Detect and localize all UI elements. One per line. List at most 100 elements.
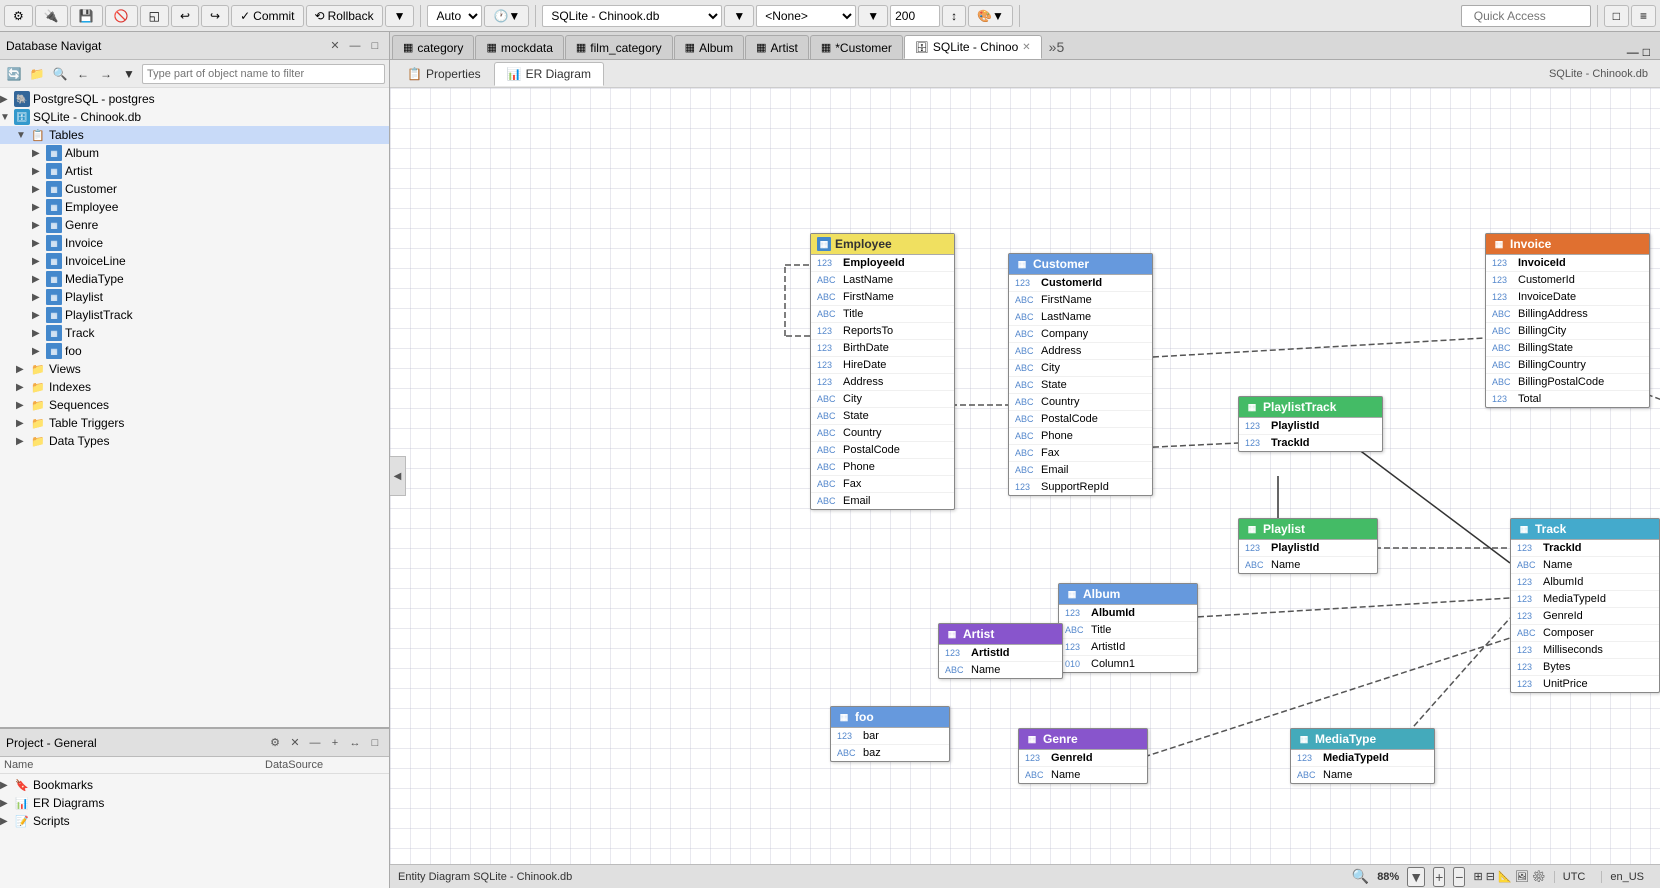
entity-employee[interactable]: ▦ Employee 123EmployeeId ABCLastName ABC… <box>810 233 955 510</box>
toolbar-palette-btn[interactable]: 🎨▼ <box>968 5 1013 27</box>
tree-item-invoiceline[interactable]: ▶ ▦ InvoiceLine <box>0 252 389 270</box>
tree-item-playlisttrack[interactable]: ▶ ▦ PlaylistTrack <box>0 306 389 324</box>
toolbar-clock-btn[interactable]: 🕐▼ <box>484 5 529 27</box>
entity-artist[interactable]: ▦ Artist 123ArtistId ABCName <box>938 623 1063 679</box>
sub-tab-properties[interactable]: 📋 Properties <box>394 62 494 86</box>
tree-item-tabletriggers[interactable]: ▶ 📁 Table Triggers <box>0 414 389 432</box>
tab-customer-label: *Customer <box>835 41 892 55</box>
nav-arrow-left-btn[interactable]: ← <box>73 64 93 84</box>
nav-filter-btn[interactable]: 🔍 <box>50 64 70 84</box>
zoom-input[interactable] <box>890 5 940 27</box>
entity-playlisttrack[interactable]: ▦ PlaylistTrack 123PlaylistId 123TrackId <box>1238 396 1383 452</box>
sub-tab-er-diagram[interactable]: 📊 ER Diagram <box>494 62 604 86</box>
entity-playlist[interactable]: ▦ Playlist 123PlaylistId ABCName <box>1238 518 1378 574</box>
nav-arrow-right-btn[interactable]: → <box>96 64 116 84</box>
db-nav-max-btn[interactable]: □ <box>367 38 383 54</box>
toolbar-icon-btn-5[interactable]: ◱ <box>140 5 169 27</box>
toolbar-icon-btn-1[interactable]: ⚙ <box>4 5 33 27</box>
tab-artist[interactable]: ▦ Artist <box>745 35 809 59</box>
schema-select[interactable]: <None> <box>756 5 856 27</box>
tab-film-category[interactable]: ▦ film_category <box>565 35 673 59</box>
toolbar-right-btn-1[interactable]: □ <box>1604 5 1629 27</box>
zoom-out-btn[interactable]: − <box>1453 867 1465 887</box>
tree-label-mediatype: MediaType <box>65 272 124 286</box>
tree-item-playlist[interactable]: ▶ ▦ Playlist <box>0 288 389 306</box>
entity-track[interactable]: ▦ Track 123TrackId ABCName 123AlbumId 12… <box>1510 518 1660 693</box>
entity-album-header: ▦ Album <box>1059 584 1197 605</box>
tree-item-genre[interactable]: ▶ ▦ Genre <box>0 216 389 234</box>
window-max-btn[interactable]: □ <box>1643 45 1650 59</box>
quick-access-input[interactable] <box>1461 5 1591 27</box>
toolbar-icon-btn-7[interactable]: ↪ <box>201 5 229 27</box>
toolbar-icon-btn-2[interactable]: 🔌 <box>35 5 68 27</box>
tree-item-track[interactable]: ▶ ▦ Track <box>0 324 389 342</box>
db-nav-close-btn[interactable]: ✕ <box>327 38 343 54</box>
db-select-arrow[interactable]: ▼ <box>724 5 754 27</box>
tree-item-invoice[interactable]: ▶ ▦ Invoice <box>0 234 389 252</box>
entity-foo[interactable]: ▦ foo 123bar ABCbaz <box>830 706 950 762</box>
db-nav-min-btn[interactable]: — <box>347 38 363 54</box>
tree-item-er-diagrams[interactable]: ▶ 📊 ER Diagrams <box>0 794 389 812</box>
er-diagram-area[interactable]: ◀ <box>390 88 1660 864</box>
tree-item-bookmarks[interactable]: ▶ 🔖 Bookmarks <box>0 776 389 794</box>
tab-category[interactable]: ▦ category <box>392 35 474 59</box>
tree-item-customer[interactable]: ▶ ▦ Customer <box>0 180 389 198</box>
toolbar-icon-btn-8[interactable]: ▼ <box>385 5 415 27</box>
tree-item-views[interactable]: ▶ 📁 Views <box>0 360 389 378</box>
tab-mockdata[interactable]: ▦ mockdata <box>475 35 563 59</box>
entity-customer[interactable]: ▦ Customer 123CustomerId ABCFirstName AB… <box>1008 253 1153 496</box>
toolbar-icon-btn-3[interactable]: 💾 <box>70 5 103 27</box>
mediatype-field-mediatypeid: 123MediaTypeId <box>1291 750 1434 767</box>
entity-album[interactable]: ▦ Album 123AlbumId ABCTitle 123ArtistId … <box>1058 583 1198 673</box>
toolbar-icon-btn-6[interactable]: ↩ <box>171 5 199 27</box>
tree-item-scripts[interactable]: ▶ 📝 Scripts <box>0 812 389 830</box>
project-min-btn[interactable]: — <box>307 735 323 751</box>
nav-connect-btn[interactable]: 📁 <box>27 64 47 84</box>
tree-item-sequences[interactable]: ▶ 📁 Sequences <box>0 396 389 414</box>
invoice-field-billingaddress: ABCBillingAddress <box>1486 306 1649 323</box>
db-select[interactable]: SQLite - Chinook.db <box>542 5 722 27</box>
project-settings-btn[interactable]: ⚙ <box>267 735 283 751</box>
invoice-field-billingcountry: ABCBillingCountry <box>1486 357 1649 374</box>
tree-item-mediatype[interactable]: ▶ ▦ MediaType <box>0 270 389 288</box>
nav-more-btn[interactable]: ▼ <box>119 64 139 84</box>
tree-arrow-scripts: ▶ <box>0 816 14 827</box>
customer-field-phone: ABCPhone <box>1009 428 1152 445</box>
tree-item-sqlite[interactable]: ▼ 🗄 SQLite - Chinook.db <box>0 108 389 126</box>
project-close-btn[interactable]: ✕ <box>287 735 303 751</box>
project-arrows-btn[interactable]: ↔ <box>347 735 363 751</box>
db-nav-search[interactable] <box>142 64 385 84</box>
window-min-btn[interactable]: — <box>1627 45 1639 59</box>
entity-invoice[interactable]: ▦ Invoice 123InvoiceId 123CustomerId 123… <box>1485 233 1650 408</box>
status-locale: en_US <box>1601 871 1652 883</box>
tree-item-album[interactable]: ▶ ▦ Album <box>0 144 389 162</box>
project-max-btn[interactable]: □ <box>367 735 383 751</box>
entity-mediatype[interactable]: ▦ MediaType 123MediaTypeId ABCName <box>1290 728 1435 784</box>
tab-close-btn[interactable]: ✕ <box>1022 42 1030 53</box>
tree-item-artist[interactable]: ▶ ▦ Artist <box>0 162 389 180</box>
tree-item-foo[interactable]: ▶ ▦ foo <box>0 342 389 360</box>
tab-album[interactable]: ▦ Album <box>674 35 744 59</box>
tree-item-datatypes[interactable]: ▶ 📁 Data Types <box>0 432 389 450</box>
transaction-mode-select[interactable]: Auto <box>427 5 482 27</box>
tree-item-postgres[interactable]: ▶ 🐘 PostgreSQL - postgres <box>0 90 389 108</box>
schema-select-arrow[interactable]: ▼ <box>858 5 888 27</box>
nav-collapse-arrow[interactable]: ◀ <box>390 456 406 496</box>
tab-customer[interactable]: ▦ *Customer <box>810 35 903 59</box>
nav-sync-btn[interactable]: 🔄 <box>4 64 24 84</box>
tree-item-indexes[interactable]: ▶ 📁 Indexes <box>0 378 389 396</box>
zoom-in-btn[interactable]: + <box>1433 867 1445 887</box>
tab-more-btn[interactable]: »5 <box>1043 35 1071 59</box>
entity-genre[interactable]: ▦ Genre 123GenreId ABCName <box>1018 728 1148 784</box>
project-add-btn[interactable]: + <box>327 735 343 751</box>
commit-button[interactable]: ✓ Commit <box>231 5 303 27</box>
tree-item-tables[interactable]: ▼ 📋 Tables <box>0 126 389 144</box>
views-folder-icon: 📁 <box>30 361 46 377</box>
zoom-dropdown-btn[interactable]: ▼ <box>1407 867 1425 887</box>
rollback-button[interactable]: ⟲ Rollback <box>306 5 383 27</box>
toolbar-right-btn-2[interactable]: ≡ <box>1631 5 1656 27</box>
tree-item-employee[interactable]: ▶ ▦ Employee <box>0 198 389 216</box>
toolbar-zoom-btn[interactable]: ↕ <box>942 5 966 27</box>
tab-sqlite-chinook[interactable]: 🗄 SQLite - Chinoo ✕ <box>904 35 1042 59</box>
toolbar-icon-btn-4[interactable]: 🚫 <box>105 5 138 27</box>
